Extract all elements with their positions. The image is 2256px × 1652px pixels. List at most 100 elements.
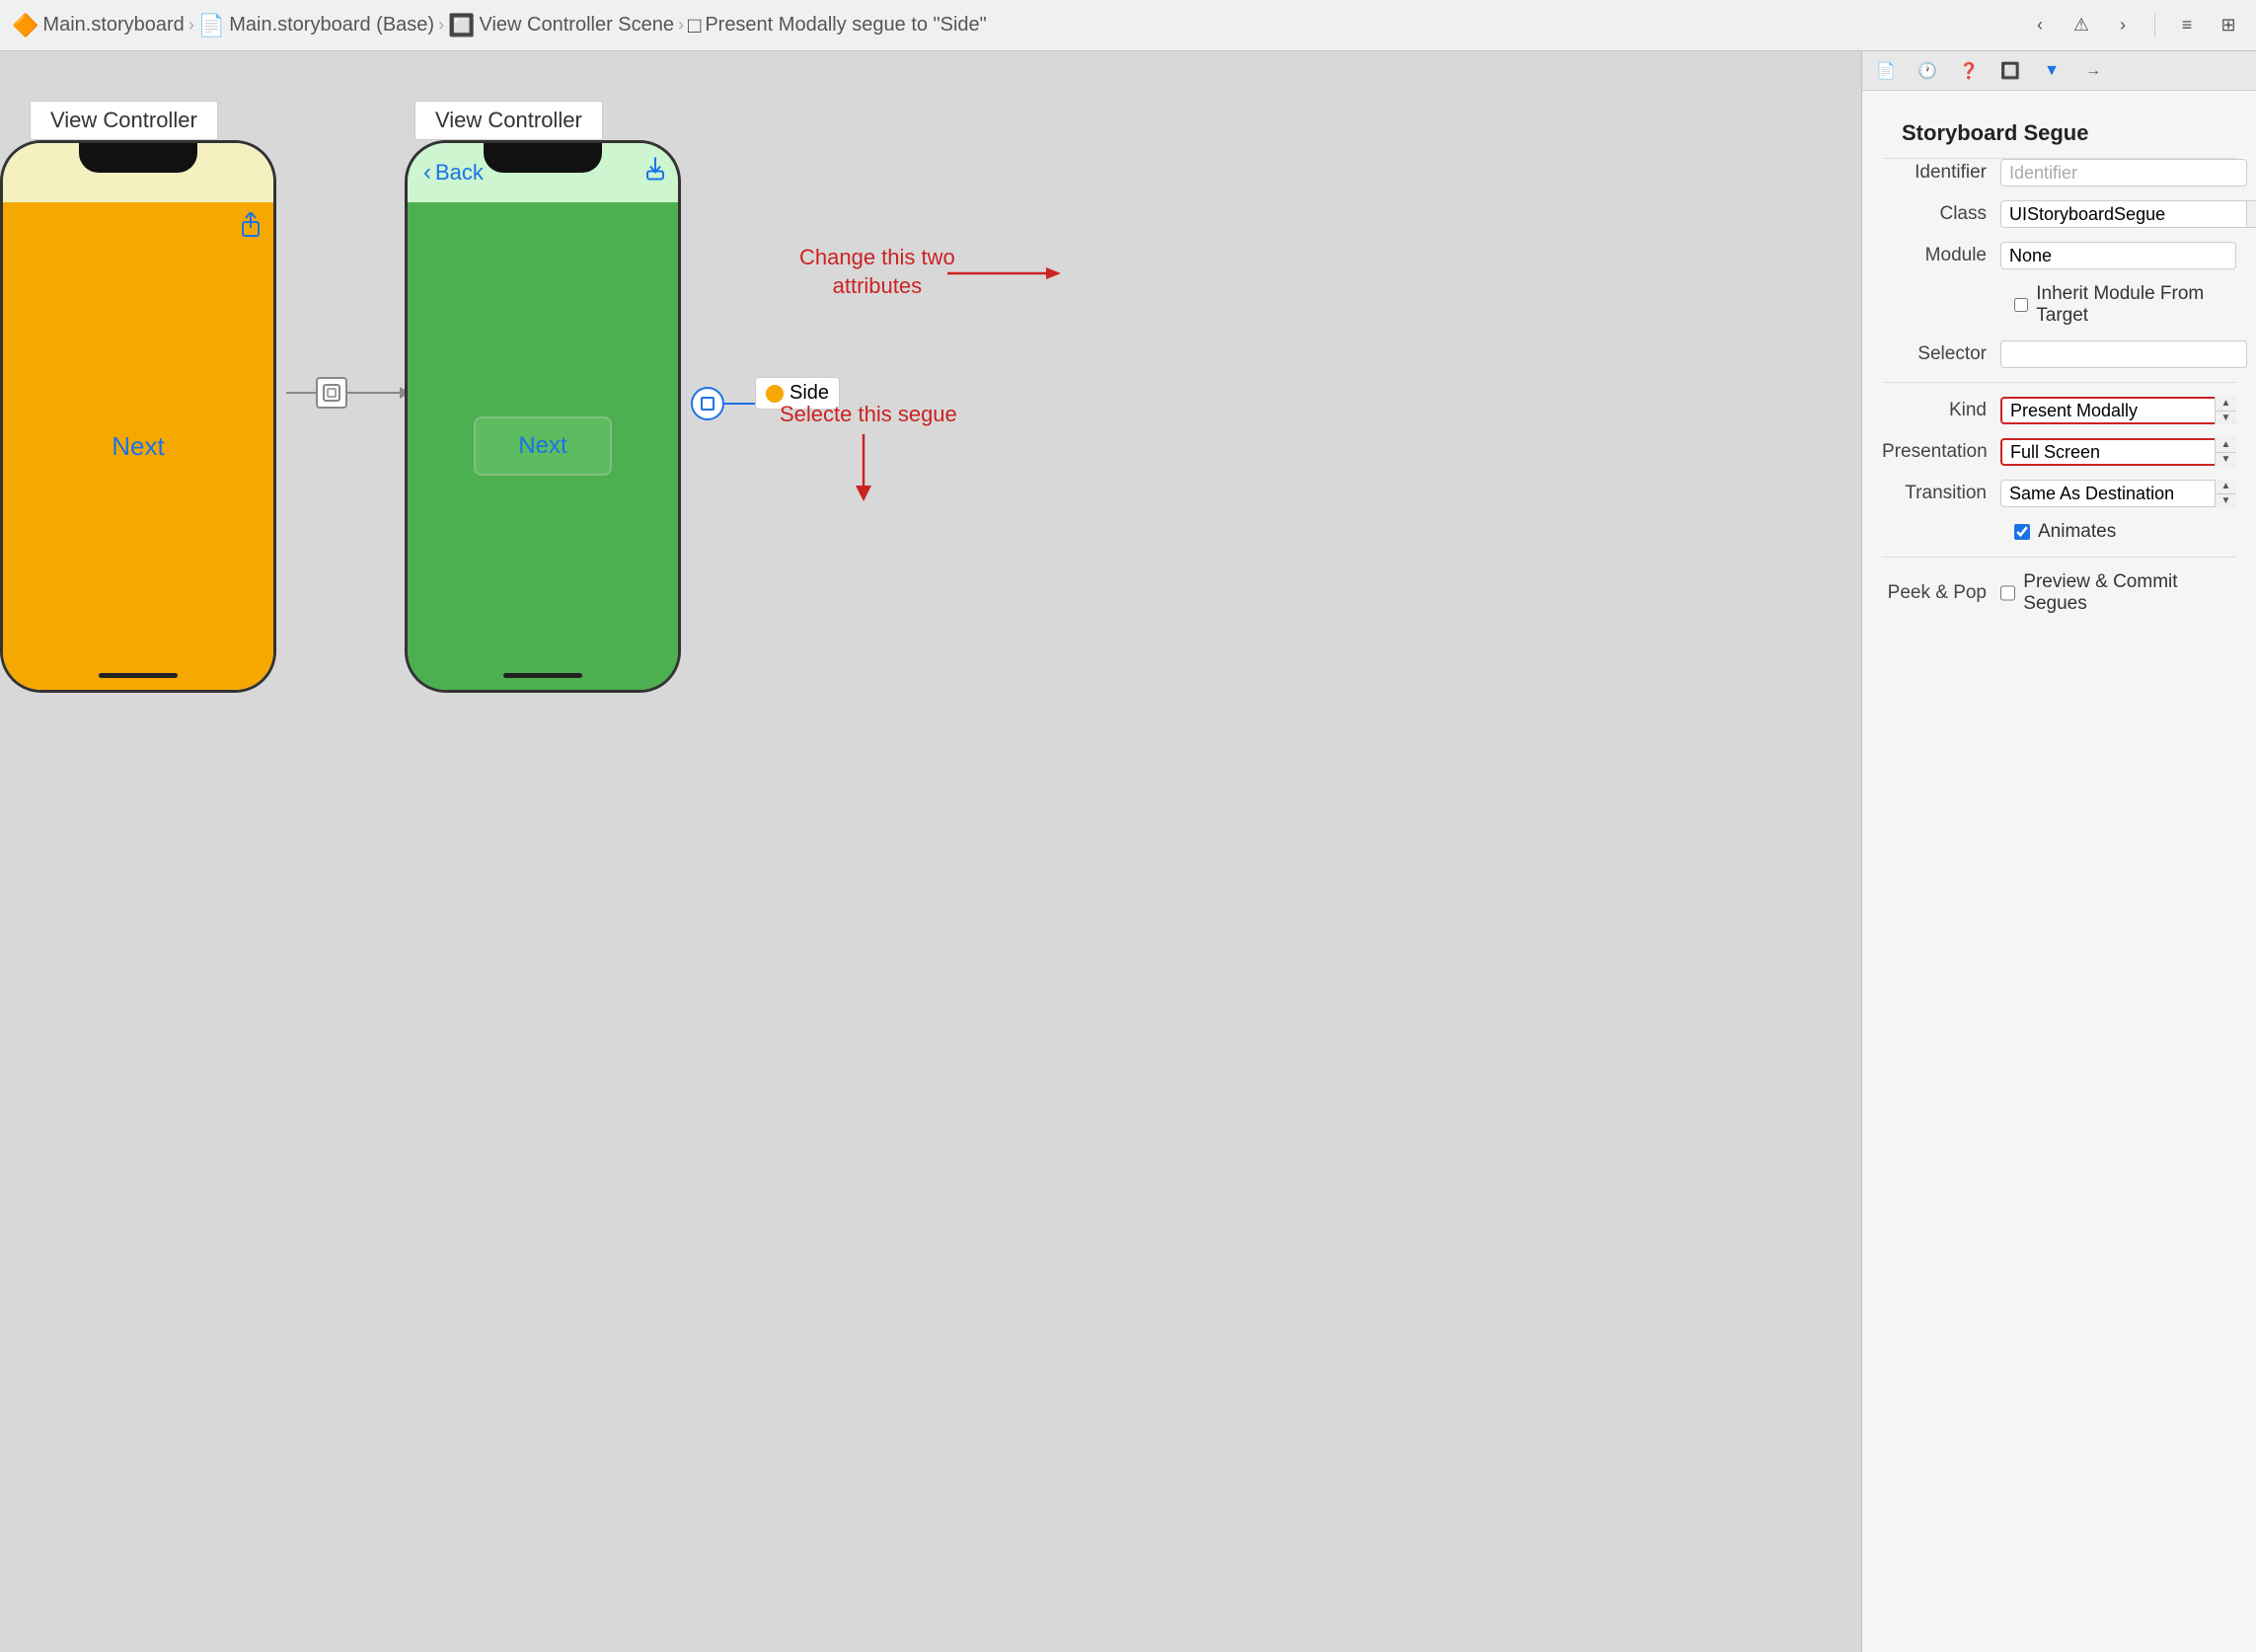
warning-button[interactable]: ⚠ bbox=[2066, 10, 2097, 41]
class-input-wrap: ↑ › bbox=[2000, 200, 2256, 228]
kind-select-wrap: Present Modally Show Show Detail Present… bbox=[2000, 397, 2236, 424]
toolbar-actions: ‹ ⚠ › ≡ ⊞ bbox=[2024, 10, 2244, 41]
presentation-row: Presentation Full Screen Automatic Page … bbox=[1882, 438, 2236, 466]
divider-1 bbox=[1882, 382, 2236, 383]
center-vc-label: View Controller bbox=[414, 101, 603, 140]
transition-stepper[interactable]: ▲ ▼ bbox=[2215, 480, 2236, 507]
download-button[interactable] bbox=[644, 158, 666, 188]
share-button[interactable] bbox=[240, 212, 262, 245]
center-phone-container: ‹ Back Next bbox=[405, 140, 681, 693]
breadcrumb-label-1: Main.storyboard bbox=[42, 14, 184, 37]
inherit-module-checkbox[interactable] bbox=[2014, 297, 2028, 313]
transition-stepper-down[interactable]: ▼ bbox=[2216, 494, 2236, 508]
annotation-select: Selecte this segue bbox=[780, 402, 957, 427]
preview-commit-checkbox[interactable] bbox=[2000, 585, 2015, 601]
class-info-button[interactable]: ↑ bbox=[2247, 200, 2256, 228]
segue-icon: □ bbox=[688, 13, 701, 38]
peek-pop-label: Peek & Pop bbox=[1882, 582, 2000, 604]
breadcrumb-item-2[interactable]: 📄 Main.storyboard (Base) bbox=[198, 13, 434, 38]
left-phone-body: Next bbox=[3, 143, 273, 690]
module-label: Module bbox=[1882, 245, 2000, 266]
center-phone-content: Next bbox=[408, 202, 678, 690]
panel-file-button[interactable]: 📄 bbox=[1872, 57, 1900, 85]
center-phone: ‹ Back Next bbox=[405, 140, 681, 693]
kind-stepper-down[interactable]: ▼ bbox=[2216, 412, 2236, 425]
identifier-input[interactable] bbox=[2000, 159, 2247, 187]
animates-label: Animates bbox=[2038, 521, 2116, 543]
breadcrumb-item-1[interactable]: 🔶 Main.storyboard bbox=[12, 13, 185, 38]
breadcrumb-item-4[interactable]: □ Present Modally segue to "Side" bbox=[688, 13, 987, 38]
breadcrumb-item-3[interactable]: 🔲 View Controller Scene bbox=[448, 13, 674, 38]
kind-stepper-up[interactable]: ▲ bbox=[2216, 397, 2236, 412]
presentation-stepper-down[interactable]: ▼ bbox=[2216, 453, 2236, 467]
back-button[interactable]: ‹ Back bbox=[423, 159, 484, 187]
inherit-module-label: Inherit Module From Target bbox=[2036, 283, 2236, 327]
panel-connections-button[interactable]: → bbox=[2079, 57, 2107, 85]
nav-forward-button[interactable]: › bbox=[2107, 10, 2139, 41]
left-phone-content: Next bbox=[3, 202, 273, 690]
animates-row: Animates bbox=[1882, 521, 2236, 543]
module-select[interactable]: None bbox=[2000, 242, 2236, 269]
selector-input[interactable] bbox=[2000, 340, 2247, 368]
back-label: Back bbox=[435, 160, 484, 186]
kind-row: Kind Present Modally Show Show Detail Pr… bbox=[1882, 397, 2236, 424]
animates-checkbox[interactable] bbox=[2014, 524, 2030, 540]
center-phone-body: ‹ Back Next bbox=[408, 143, 678, 690]
presentation-label: Presentation bbox=[1882, 441, 2000, 463]
panel-help-button[interactable]: ❓ bbox=[1955, 57, 1983, 85]
annotation-change-arrow bbox=[947, 263, 1066, 347]
nav-back-button[interactable]: ‹ bbox=[2024, 10, 2056, 41]
scene-icon: 🔲 bbox=[448, 13, 475, 38]
segue-node[interactable] bbox=[691, 387, 724, 420]
connector-line-left bbox=[286, 392, 316, 394]
connector-line-right bbox=[347, 392, 407, 394]
presentation-stepper[interactable]: ▲ ▼ bbox=[2215, 438, 2236, 466]
annotation-change-text: Change this twoattributes bbox=[799, 244, 955, 300]
main-area: View Controller Ne bbox=[0, 51, 2256, 1652]
panel-attributes-button[interactable]: ▼ bbox=[2038, 57, 2066, 85]
presentation-select[interactable]: Full Screen Automatic Page Sheet Form Sh… bbox=[2000, 438, 2236, 466]
breadcrumb-label-3: View Controller Scene bbox=[480, 14, 675, 37]
annotation-select-text: Selecte this segue bbox=[780, 402, 957, 427]
center-phone-home-bar bbox=[503, 673, 582, 678]
grid-view-button[interactable]: ⊞ bbox=[2213, 10, 2244, 41]
breadcrumb-sep-3: › bbox=[678, 15, 684, 36]
identifier-row: Identifier bbox=[1882, 159, 2236, 187]
segue-icon-connector bbox=[316, 377, 347, 409]
left-vc-label: View Controller bbox=[30, 101, 218, 140]
segue-connector-left bbox=[286, 377, 407, 409]
class-row: Class ↑ › bbox=[1882, 200, 2236, 228]
selector-row: Selector bbox=[1882, 340, 2236, 368]
kind-stepper[interactable]: ▲ ▼ bbox=[2215, 397, 2236, 424]
class-input[interactable] bbox=[2000, 200, 2247, 228]
left-phone-notch bbox=[79, 143, 197, 173]
annotation-change: Change this twoattributes bbox=[799, 244, 955, 300]
panel-clock-button[interactable]: 🕐 bbox=[1914, 57, 1941, 85]
transition-select[interactable]: Same As Destination Cover Vertical Flip … bbox=[2000, 480, 2236, 507]
right-panel: 📄 🕐 ❓ 🔲 ▼ → Storyboard Segue Identifier … bbox=[1861, 51, 2256, 1652]
panel-title: Storyboard Segue bbox=[1882, 105, 2236, 159]
breadcrumb-sep-1: › bbox=[188, 15, 194, 36]
presentation-select-wrap: Full Screen Automatic Page Sheet Form Sh… bbox=[2000, 438, 2236, 466]
left-next-label: Next bbox=[112, 431, 164, 462]
panel-body: Storyboard Segue Identifier Class ↑ › Mo… bbox=[1862, 91, 2256, 1652]
left-phone-container: Next bbox=[0, 140, 276, 693]
presentation-stepper-up[interactable]: ▲ bbox=[2216, 438, 2236, 453]
module-row: Module None bbox=[1882, 242, 2236, 269]
list-view-button[interactable]: ≡ bbox=[2171, 10, 2203, 41]
selector-label: Selector bbox=[1882, 343, 2000, 365]
file-icon-2: 📄 bbox=[198, 13, 225, 38]
canvas-area[interactable]: View Controller Ne bbox=[0, 51, 1861, 1652]
segue-node-inner bbox=[701, 397, 714, 411]
center-next-button[interactable]: Next bbox=[474, 416, 612, 476]
transition-select-wrap: Same As Destination Cover Vertical Flip … bbox=[2000, 480, 2236, 507]
transition-stepper-up[interactable]: ▲ bbox=[2216, 480, 2236, 494]
center-phone-notch bbox=[484, 143, 602, 173]
side-yellow-icon bbox=[766, 385, 784, 403]
transition-label: Transition bbox=[1882, 483, 2000, 504]
panel-id-button[interactable]: 🔲 bbox=[1996, 57, 2024, 85]
breadcrumb-label-2: Main.storyboard (Base) bbox=[229, 14, 434, 37]
kind-select[interactable]: Present Modally Show Show Detail Present… bbox=[2000, 397, 2236, 424]
class-label: Class bbox=[1882, 203, 2000, 225]
panel-icon-bar: 📄 🕐 ❓ 🔲 ▼ → bbox=[1862, 51, 2256, 91]
